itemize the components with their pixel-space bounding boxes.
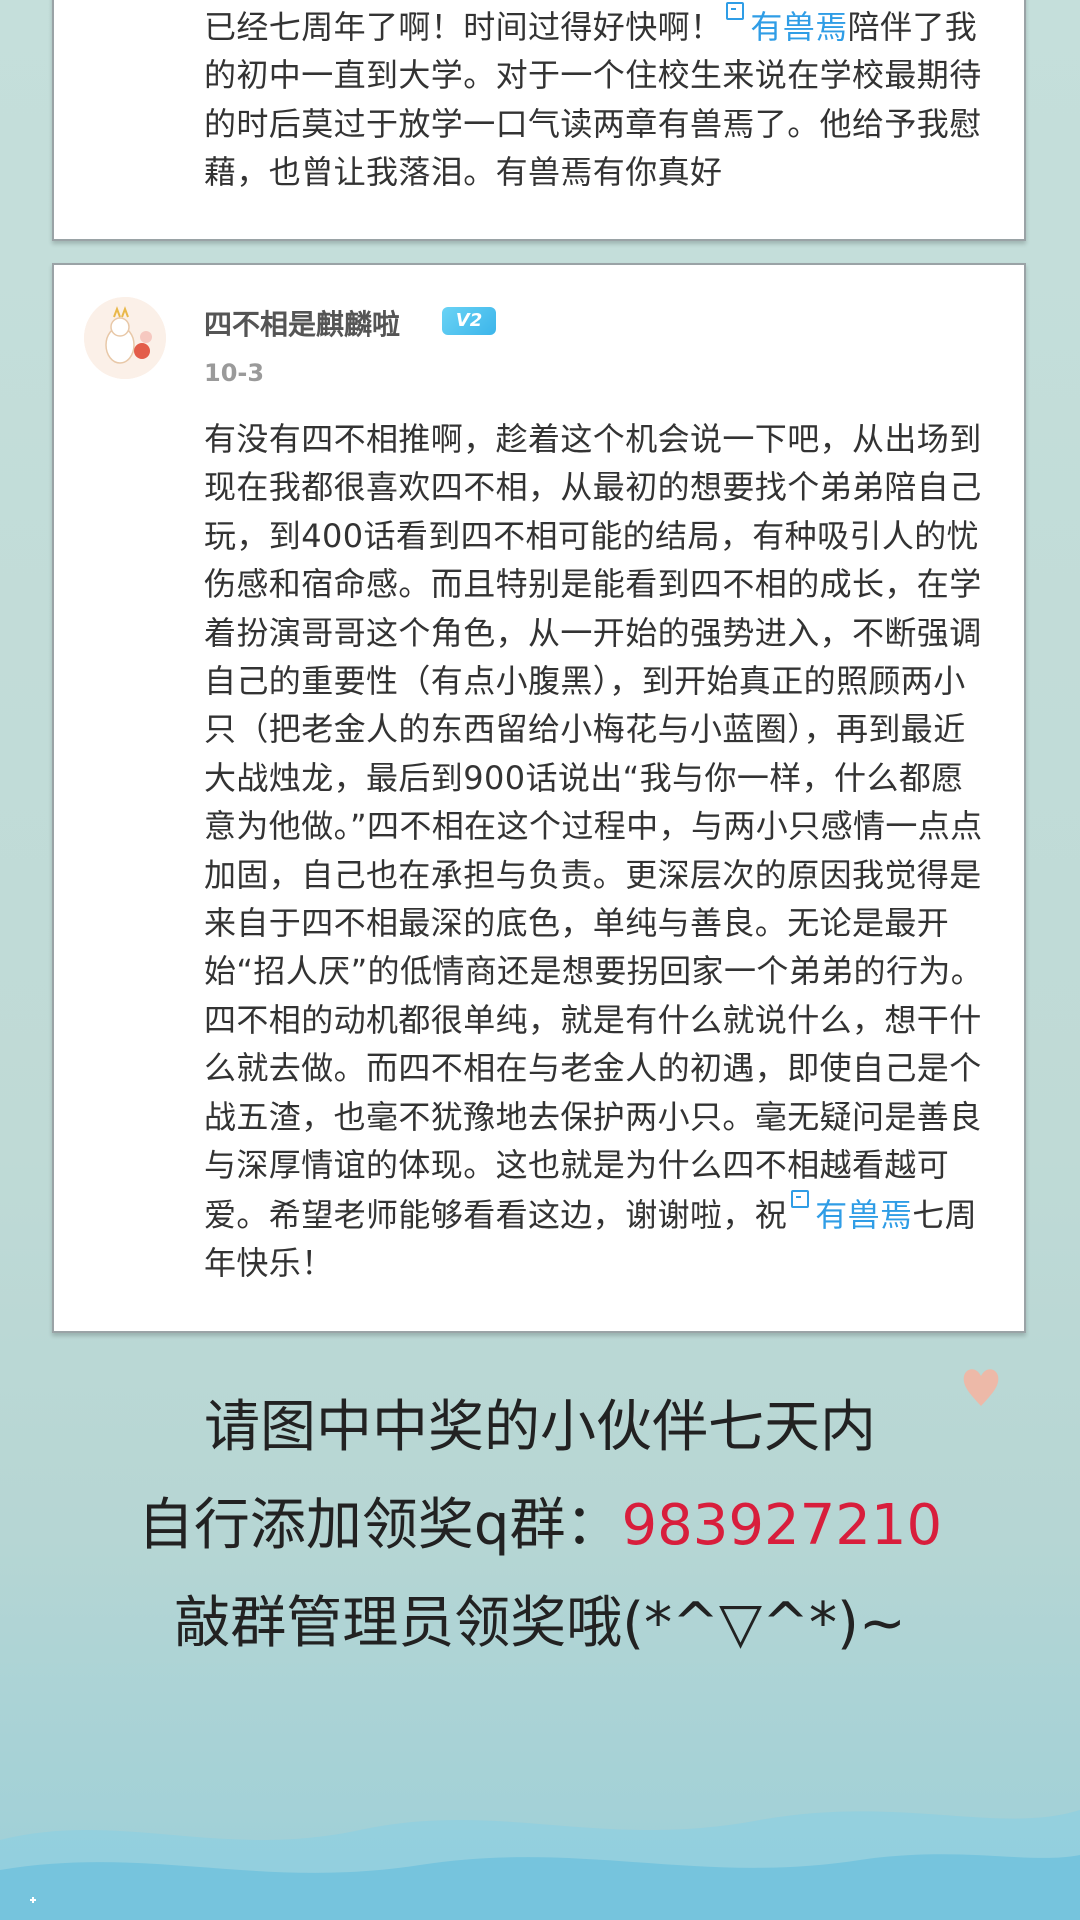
comment-card: 四不相是麒麟啦 V2 10-3 有没有四不相推啊，趁着这个机会说一下吧，从出场到… [52, 263, 1026, 1333]
topic-tag-icon [726, 2, 745, 20]
winner-notice-line-1: 请图中中奖的小伙伴七天内 [204, 1395, 876, 1460]
qq-group-number: 983927210 [621, 1493, 943, 1558]
topic-link[interactable]: 有兽焉 [722, 2, 847, 46]
username[interactable]: 四不相是麒麟啦 [204, 303, 400, 343]
level-badge: V2 [442, 307, 496, 335]
comment-text: 已经七周年了啊！时间过得好快啊！ 有兽焉陪伴了我的初中一直到大学。对于一个住校生来… [204, 2, 996, 197]
comment-card: 已经七周年了啊！时间过得好快啊！ 有兽焉陪伴了我的初中一直到大学。对于一个住校生来… [52, 0, 1026, 241]
wave-decoration [0, 1810, 1080, 1920]
winner-notice-line-2: 自行添加领奖q群：983927210 [137, 1493, 943, 1558]
winner-notice-line-3: 敲群管理员领奖哦(*^▽^*)~ [174, 1591, 906, 1656]
avatar[interactable] [84, 297, 166, 379]
topic-link[interactable]: 有兽焉 [787, 1189, 912, 1234]
comment-text: 有没有四不相推啊，趁着这个机会说一下吧，从出场到现在我都很喜欢四不相，从最初的想… [204, 420, 984, 1282]
comment-date: 10-3 [204, 359, 265, 387]
topic-tag-icon [791, 1189, 810, 1208]
